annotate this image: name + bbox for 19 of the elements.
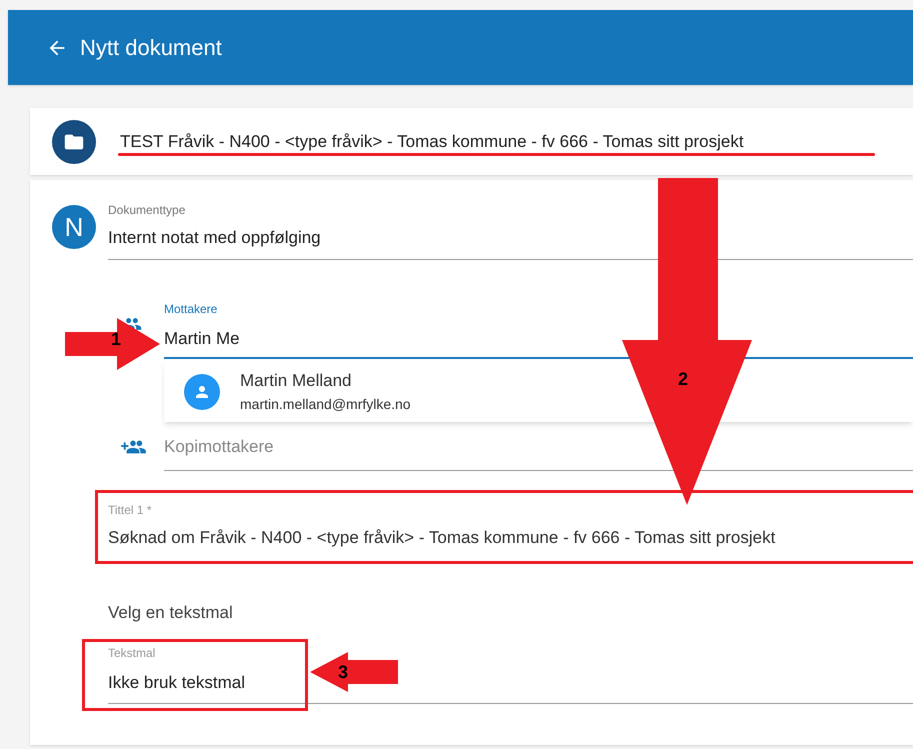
template-select[interactable]: Ikke bruk tekstmal [108, 670, 245, 695]
document-type-avatar: N [52, 205, 96, 249]
annotation-number: 2 [678, 370, 688, 388]
section-heading: Velg en tekstmal [108, 602, 234, 624]
document-type-value[interactable]: Internt notat med oppfølging [108, 225, 913, 250]
title-field[interactable]: Søknad om Fråvik - N400 - <type fråvik> - Tomas kommune - fv 666 - Tomas sitt prosjekt [108, 518, 913, 550]
folder-icon [52, 120, 96, 164]
annotation-number: 3 [338, 663, 348, 681]
page-title: Nytt dokument [80, 34, 222, 62]
annotation-number: 1 [111, 330, 122, 348]
field-label: Mottakere [164, 300, 218, 318]
field-label: Tittel 1 * [108, 502, 153, 518]
field-label: Dokumenttype [108, 202, 186, 219]
person-icon [184, 374, 220, 410]
suggestion-email: martin.melland@mrfylke.no [240, 394, 411, 414]
suggestion-item[interactable]: Martin Melland martin.melland@mrfylke.no [164, 361, 427, 422]
field-label: Tekstmal [108, 644, 156, 662]
suggestion-name: Martin Melland [240, 370, 352, 392]
case-title: TEST Fråvik - N400 - <type fråvik> - Tomas kommune - fv 666 - Tomas sitt prosjekt [120, 130, 744, 153]
